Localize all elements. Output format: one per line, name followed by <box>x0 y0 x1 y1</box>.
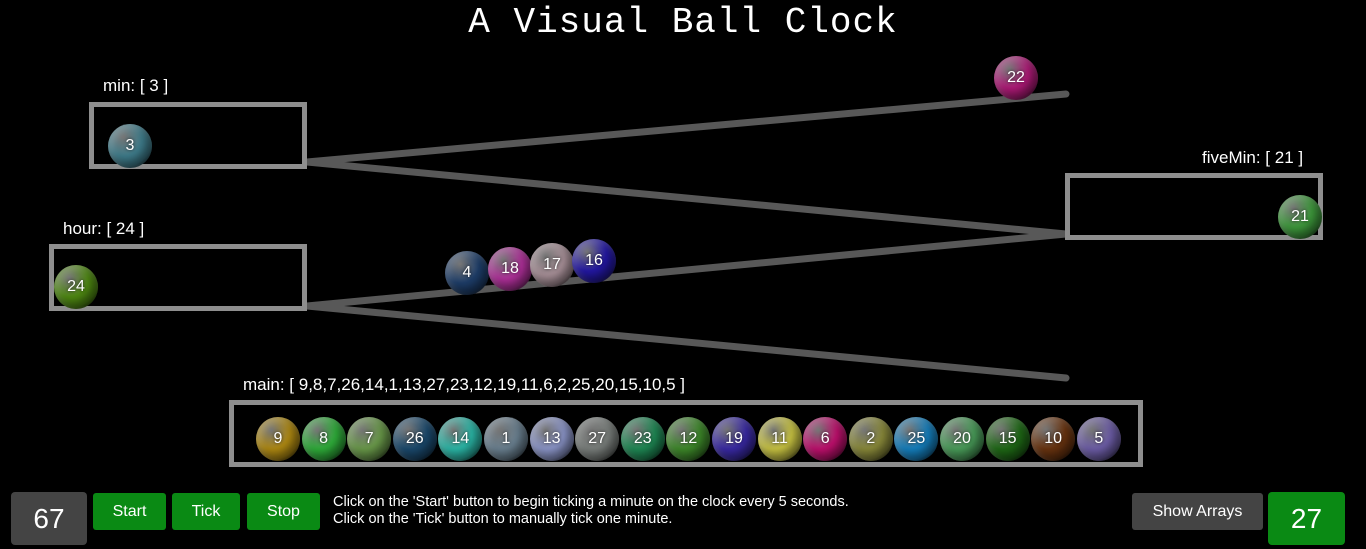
ball-number: 6 <box>820 430 830 447</box>
track-min-to-fivemin <box>303 158 1070 238</box>
show-arrays-button[interactable]: Show Arrays <box>1132 493 1263 530</box>
ball: 25 <box>894 417 939 461</box>
ball: 3 <box>108 124 152 168</box>
ball: 2 <box>848 417 893 461</box>
ball: 19 <box>712 417 756 461</box>
ball: 9 <box>256 417 300 461</box>
min-queue-box: 3 <box>89 102 307 169</box>
ball-number: 9 <box>273 430 283 447</box>
ball-number: 13 <box>542 430 561 447</box>
ball-number: 27 <box>588 430 607 447</box>
ball-number: 11 <box>771 430 788 447</box>
ball: 17 <box>530 243 574 287</box>
ball-number: 15 <box>998 430 1017 447</box>
left-counter: 67 <box>11 492 87 545</box>
ball: 4 <box>445 251 489 295</box>
ball-number: 7 <box>364 430 374 447</box>
ball-number: 25 <box>907 430 926 447</box>
fivemin-queue-box: 21 <box>1065 173 1323 240</box>
track-hour-to-main <box>303 302 1070 382</box>
tick-button[interactable]: Tick <box>172 493 240 530</box>
ball: 12 <box>666 417 711 461</box>
ball-number: 20 <box>953 430 971 447</box>
ball-number: 22 <box>1007 69 1025 86</box>
ball-number: 26 <box>405 430 424 447</box>
ball: 10 <box>1031 417 1076 461</box>
ball: 20 <box>940 417 984 461</box>
ball: 6 <box>803 417 848 461</box>
ball-number: 16 <box>585 252 603 269</box>
ball: 11 <box>757 417 802 461</box>
track-to-min-top <box>303 90 1070 166</box>
stop-button[interactable]: Stop <box>247 493 320 530</box>
ball-number: 19 <box>725 430 743 447</box>
instructions: Click on the 'Start' button to begin tic… <box>333 494 849 528</box>
ball-number: 10 <box>1044 430 1063 447</box>
ball-number: 8 <box>319 430 329 447</box>
ball: 22 <box>994 56 1038 100</box>
ball: 8 <box>301 417 346 461</box>
ball: 15 <box>985 417 1030 461</box>
ball-number: 21 <box>1291 208 1309 225</box>
hour-queue-box: 24 <box>49 244 307 311</box>
min-queue-label: min: [ 3 ] <box>103 76 169 95</box>
ball-number: 12 <box>679 430 698 447</box>
ball-number: 24 <box>67 278 85 295</box>
ball: 24 <box>54 265 98 309</box>
ball-number: 2 <box>866 430 876 447</box>
ball-number: 1 <box>501 430 511 447</box>
ball-number: 4 <box>462 264 472 281</box>
ball-number: 3 <box>125 137 135 154</box>
track-fivemin-to-hour <box>303 230 1070 310</box>
ball: 5 <box>1076 417 1121 461</box>
fivemin-queue-label: fiveMin: [ 21 ] <box>1202 148 1304 167</box>
start-button[interactable]: Start <box>93 493 166 530</box>
ball: 13 <box>529 417 574 461</box>
ball-number: 14 <box>451 430 470 447</box>
ball: 7 <box>347 417 392 461</box>
instructions-line-2: Click on the 'Tick' button to manually t… <box>333 511 673 527</box>
hour-queue-label: hour: [ 24 ] <box>63 219 145 238</box>
instructions-line-1: Click on the 'Start' button to begin tic… <box>333 494 849 510</box>
ball: 14 <box>438 417 483 461</box>
ball-number: 5 <box>1094 430 1104 447</box>
ball: 23 <box>620 417 665 461</box>
ball: 1 <box>484 417 528 461</box>
ball-number: 23 <box>633 430 652 447</box>
ball: 18 <box>488 247 532 291</box>
main-queue-box: 9 8 7 26 14 1 13 27 23 12 19 11 6 2 25 20 15 10 5 <box>229 400 1143 467</box>
main-queue-label: main: [ 9,8,7,26,14,1,13,27,23,12,19,11,… <box>243 375 686 394</box>
ball: 21 <box>1278 195 1322 239</box>
right-counter: 27 <box>1268 492 1345 545</box>
ball-number: 17 <box>543 256 561 273</box>
ball: 26 <box>392 417 437 461</box>
ball: 27 <box>575 417 620 461</box>
ball: 16 <box>572 239 616 283</box>
ball-number: 18 <box>501 260 519 277</box>
